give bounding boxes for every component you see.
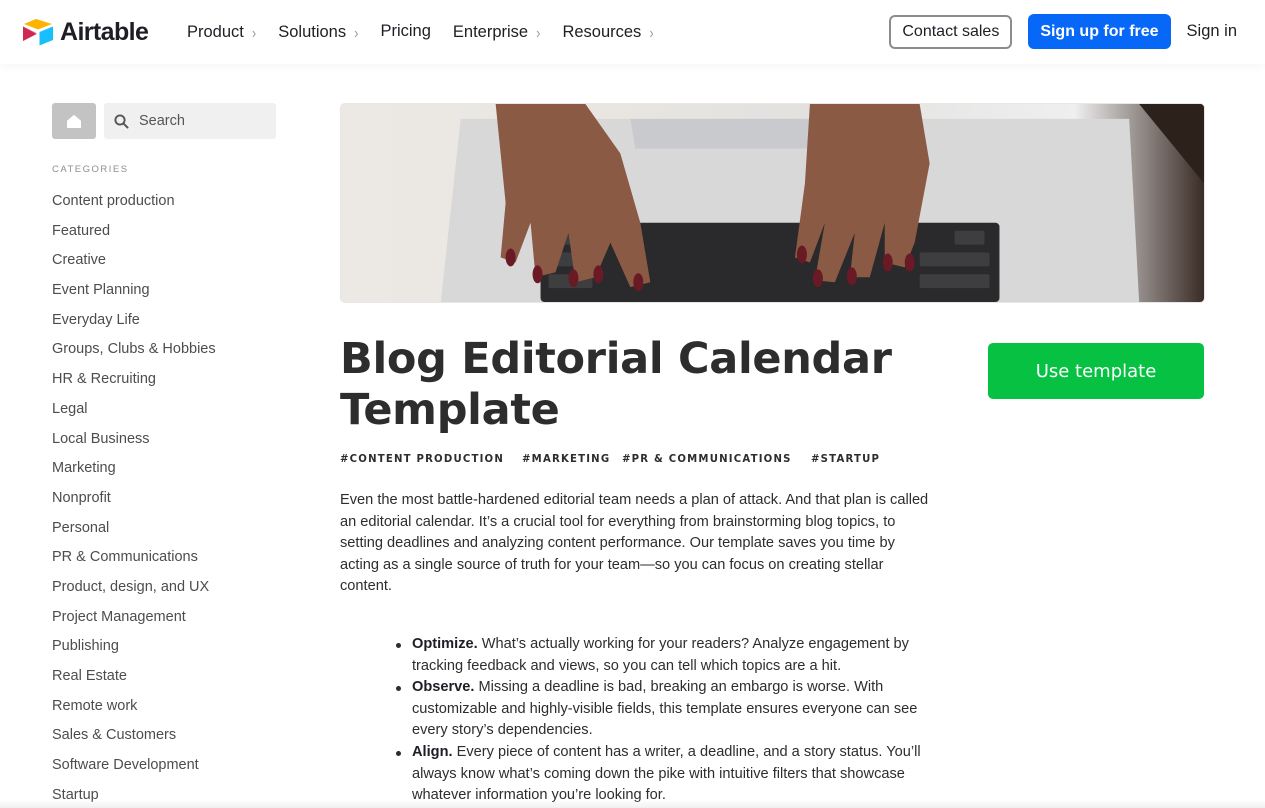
nav-pricing-label: Pricing [380,21,431,40]
tag-pr-communications[interactable]: #PR & COMMUNICATIONS [622,452,792,465]
template-description: Even the most battle-hardened editorial … [340,492,929,595]
tag-list: #CONTENT PRODUCTION #MARKETING #PR & COM… [340,452,902,465]
categories-heading: CATEGORIES [52,164,129,175]
sidebar-category-item[interactable]: Remote work [52,697,276,727]
sidebar-category-item[interactable]: Publishing [52,637,276,667]
airtable-logo-icon [23,19,53,46]
sidebar: CATEGORIES Content productionFeaturedCre… [52,103,276,808]
nav-pricing[interactable]: Pricing [380,22,430,41]
nav-solutions[interactable]: Solutions › [278,23,358,42]
top-navigation: Airtable Product › Solutions › Pricing E… [0,0,1265,64]
sidebar-category-item[interactable]: Real Estate [52,667,276,697]
sign-in-link[interactable]: Sign in [1187,22,1237,41]
home-button[interactable] [52,103,96,139]
feature-lead: Observe. [412,679,475,696]
nav-solutions-label: Solutions [278,22,347,41]
search-field[interactable] [104,103,276,139]
chevron-right-icon: › [251,23,257,41]
sidebar-category-item[interactable]: Local Business [52,430,276,460]
sidebar-category-item[interactable]: PR & Communications [52,548,276,578]
sidebar-top [52,103,276,139]
sidebar-category-item[interactable]: Legal [52,400,276,430]
tag-startup[interactable]: #STARTUP [811,452,880,465]
nav-product[interactable]: Product › [187,23,256,42]
sidebar-category-item[interactable]: Product, design, and UX [52,578,276,608]
main-menu: Product › Solutions › Pricing Enterprise… [187,0,676,64]
feature-lead: Optimize. [412,636,478,652]
search-input[interactable] [139,113,269,129]
hero-image [340,103,1205,303]
sidebar-category-item[interactable]: Sales & Customers [52,726,276,756]
feature-text: Every piece of content has a writer, a d… [412,743,921,804]
chevron-right-icon: › [649,23,654,41]
page-title: Blog Editorial Calendar Template [340,334,892,435]
bottom-fade [0,800,1265,808]
feature-lead: Align. [412,743,453,760]
sidebar-category-item[interactable]: Nonprofit [52,489,276,519]
nav-resources-label: Resources [562,22,642,41]
nav-enterprise-label: Enterprise [452,22,529,41]
feature-item: Observe. Missing a deadline is bad, brea… [396,677,932,742]
nav-enterprise[interactable]: Enterprise › [453,23,541,42]
sign-up-button[interactable]: Sign up for free [1028,14,1171,49]
logo-wordmark: Airtable [60,17,149,46]
sidebar-category-item[interactable]: Project Management [52,608,276,638]
feature-item: Optimize. What’s actually working for yo… [396,634,932,677]
sidebar-category-item[interactable]: Marketing [52,459,276,489]
laptop-typing-illustration [440,104,1204,302]
feature-list: Optimize. What’s actually working for yo… [396,634,932,807]
sidebar-category-item[interactable]: Software Development [52,756,276,786]
contact-sales-button[interactable]: Contact sales [889,14,1013,49]
sidebar-category-item[interactable]: Personal [52,519,276,549]
chevron-right-icon: › [536,23,541,41]
use-template-button[interactable]: Use template [988,343,1204,399]
tag-content-production[interactable]: #CONTENT PRODUCTION [340,452,504,465]
nav-product-label: Product [187,22,244,41]
feature-text: Missing a deadline is bad, breaking an e… [412,679,918,739]
chevron-right-icon: › [354,23,359,41]
home-icon [67,114,81,128]
sidebar-category-item[interactable]: Creative [52,251,276,281]
feature-item: Align. Every piece of content has a writ… [396,742,932,807]
sidebar-category-item[interactable]: Content production [52,192,276,222]
search-icon [114,113,129,128]
sidebar-category-item[interactable]: Event Planning [52,281,276,311]
tag-marketing[interactable]: #MARKETING [522,452,610,465]
category-list: Content production Featured Creative Event … [52,192,276,808]
feature-text: What’s actually working for your readers… [412,636,909,674]
nav-actions: Contact sales Sign up for free Sign in [889,14,1237,49]
sidebar-category-item[interactable]: HR & Recruiting [52,370,276,400]
sidebar-category-item[interactable]: Featured [52,222,276,252]
airtable-logo[interactable]: Airtable [21,17,149,47]
sidebar-category-item[interactable]: Everyday Life [52,311,276,341]
nav-resources[interactable]: Resources › [562,23,653,42]
sidebar-category-item[interactable]: Groups, Clubs & Hobbies [52,340,276,370]
